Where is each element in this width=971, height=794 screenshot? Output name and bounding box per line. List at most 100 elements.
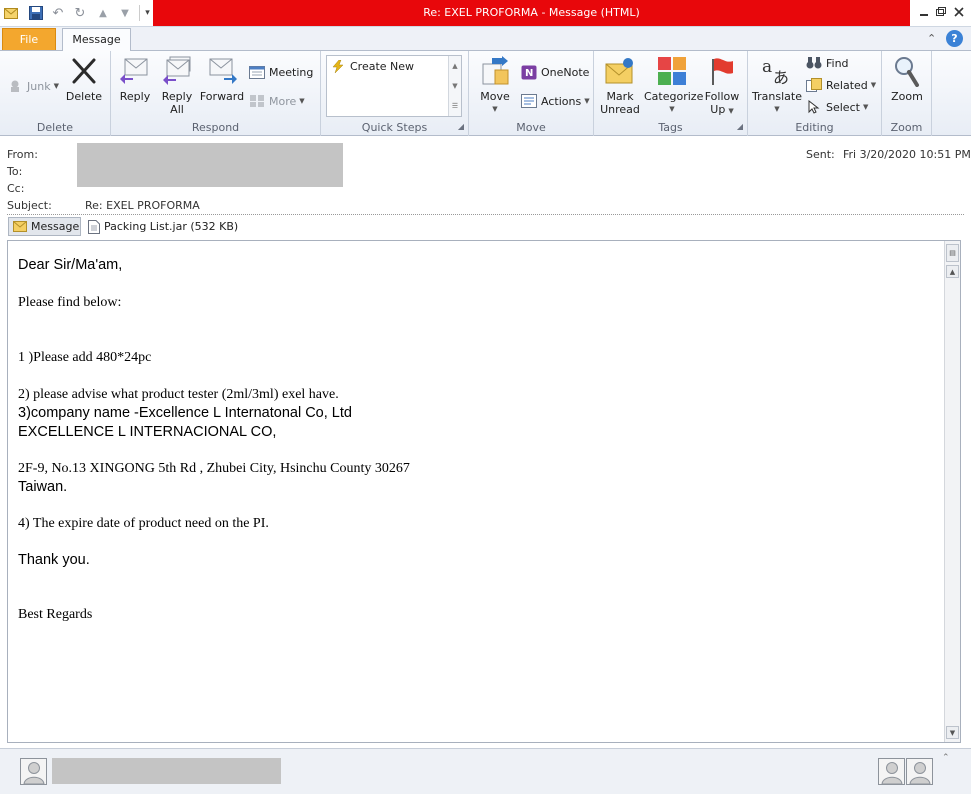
body-signoff: Best Regards: [18, 607, 93, 622]
body-company: EXCELLENCE L INTERNACIONAL CO,: [18, 424, 277, 440]
translate-icon: aあ: [761, 55, 793, 87]
quick-steps-group-label: Quick Steps: [361, 121, 428, 134]
delete-group-label: Delete: [36, 121, 74, 134]
view-ruler-icon[interactable]: ▤: [946, 244, 959, 262]
more-label: More: [269, 94, 297, 108]
categorize-icon: [656, 55, 688, 87]
related-button[interactable]: Related ▼: [806, 76, 876, 94]
avatar[interactable]: [20, 758, 47, 785]
svg-text:N: N: [525, 68, 533, 79]
close-button[interactable]: [948, 3, 970, 21]
categorize-button[interactable]: Categorize ▼: [644, 55, 704, 116]
body-item-1: 1 )Please add 480*24pc: [18, 350, 152, 365]
categorize-label: Categorize: [644, 90, 704, 103]
onenote-icon: N: [521, 64, 537, 80]
mark-unread-icon: [604, 55, 636, 87]
help-icon[interactable]: ?: [946, 30, 963, 47]
subject-value: Re: EXEL PROFORMA: [85, 199, 200, 212]
svg-text:a: a: [762, 57, 772, 77]
mark-unread-label-1: Mark: [606, 90, 634, 103]
flag-icon: [706, 55, 738, 87]
message-body-tab[interactable]: Message: [8, 217, 81, 236]
move-button[interactable]: Move ▼: [475, 55, 515, 116]
gallery-scroll[interactable]: ▲ ▼ ☰: [448, 56, 461, 116]
subject-label: Subject:: [7, 199, 52, 212]
actions-icon: [521, 93, 537, 109]
redo-icon[interactable]: ↻: [72, 5, 88, 21]
translate-dropdown-icon: ▼: [774, 105, 780, 113]
related-label: Related: [826, 78, 868, 92]
quick-steps-gallery[interactable]: Create New ▲ ▼ ☰: [326, 55, 462, 117]
follow-up-label-2: Up: [710, 103, 726, 116]
expand-people-pane-icon[interactable]: ⌃: [942, 753, 950, 763]
meeting-label: Meeting: [269, 65, 314, 79]
move-dropdown-icon: ▼: [492, 105, 498, 113]
translate-button[interactable]: aあ Translate ▼: [752, 55, 802, 116]
attachment-item[interactable]: Packing List.jar (532 KB): [88, 217, 238, 236]
people-pane: ⌃: [0, 748, 971, 794]
more-icon: [249, 93, 265, 109]
meeting-button[interactable]: Meeting: [249, 63, 313, 81]
message-body[interactable]: Dear Sir/Ma'am, Please find below: 1 )Pl…: [7, 240, 961, 743]
reply-label: Reply: [119, 90, 151, 103]
header-divider: [7, 214, 964, 215]
scroll-up-button[interactable]: ▲: [946, 265, 959, 278]
editing-group: aあ Translate ▼ Find Related ▼ Select ▼ Edi…: [748, 51, 882, 136]
move-group: Move ▼ N OneNote Actions ▼ Move: [469, 51, 594, 136]
cursor-icon: [806, 99, 822, 115]
ribbon-minimize-icon[interactable]: ⌃: [927, 32, 936, 45]
delete-x-icon: [68, 55, 100, 87]
mark-unread-label-2: Unread: [600, 103, 640, 116]
body-intro: Please find below:: [18, 295, 122, 310]
forward-label: Forward: [199, 90, 245, 103]
actions-button[interactable]: Actions ▼: [521, 92, 590, 110]
avatar[interactable]: [906, 758, 933, 785]
tab-file[interactable]: File: [2, 28, 56, 50]
zoom-button[interactable]: Zoom: [888, 55, 926, 103]
arrow-down-icon[interactable]: ▼: [117, 5, 133, 21]
onenote-label: OneNote: [541, 65, 590, 79]
tab-message[interactable]: Message: [62, 28, 131, 52]
vertical-scrollbar[interactable]: ▤ ▲ ▼: [944, 241, 960, 742]
onenote-button[interactable]: N OneNote: [521, 63, 589, 81]
save-icon[interactable]: [28, 5, 44, 21]
reply-button[interactable]: Reply: [117, 55, 153, 103]
reply-all-label-2: All: [170, 103, 184, 116]
body-item-4: 4) The expire date of product need on th…: [18, 516, 269, 531]
reply-all-button[interactable]: Reply All: [159, 55, 195, 116]
body-address: 2F-9, No.13 XINGONG 5th Rd , Zhubei City…: [18, 461, 410, 476]
body-greeting: Dear Sir/Ma'am,: [18, 257, 123, 273]
editing-group-label: Editing: [795, 121, 834, 134]
forward-button[interactable]: Forward: [199, 55, 245, 103]
more-button[interactable]: More ▼: [249, 92, 305, 110]
forward-icon: [206, 55, 238, 87]
junk-button[interactable]: Junk ▼: [7, 77, 59, 95]
body-item-3: 3)company name -Excellence L Internatona…: [18, 405, 352, 421]
translate-label: Translate: [752, 90, 802, 103]
actions-label: Actions: [541, 94, 582, 108]
delete-label: Delete: [65, 90, 103, 103]
scroll-down-button[interactable]: ▼: [946, 726, 959, 739]
categorize-dropdown-icon: ▼: [669, 105, 675, 113]
select-button[interactable]: Select ▼: [806, 98, 868, 116]
avatar[interactable]: [878, 758, 905, 785]
magnifier-icon: [891, 55, 923, 87]
zoom-group: Zoom Zoom: [882, 51, 932, 136]
dialog-launcher-icon[interactable]: ◢: [737, 122, 743, 131]
follow-up-button[interactable]: Follow Up ▼: [702, 55, 742, 118]
find-button[interactable]: Find: [806, 54, 849, 72]
zoom-group-label: Zoom: [890, 121, 923, 134]
arrow-up-icon[interactable]: ▲: [95, 5, 111, 21]
reply-icon: [119, 55, 151, 87]
envelope-icon: [13, 221, 27, 232]
delete-button[interactable]: Delete: [62, 55, 106, 103]
redacted-contact-block: [52, 758, 281, 784]
tags-group: Mark Unread Categorize ▼ Follow Up ▼ Tags…: [594, 51, 748, 136]
sent-label: Sent:: [806, 148, 835, 161]
sent-value: Fri 3/20/2020 10:51 PM: [843, 148, 971, 161]
undo-icon[interactable]: ↶: [50, 5, 66, 21]
dialog-launcher-icon[interactable]: ◢: [458, 122, 464, 131]
create-new-quick-step[interactable]: Create New: [331, 59, 414, 73]
tags-group-label: Tags: [658, 121, 683, 134]
mark-unread-button[interactable]: Mark Unread: [598, 55, 642, 116]
